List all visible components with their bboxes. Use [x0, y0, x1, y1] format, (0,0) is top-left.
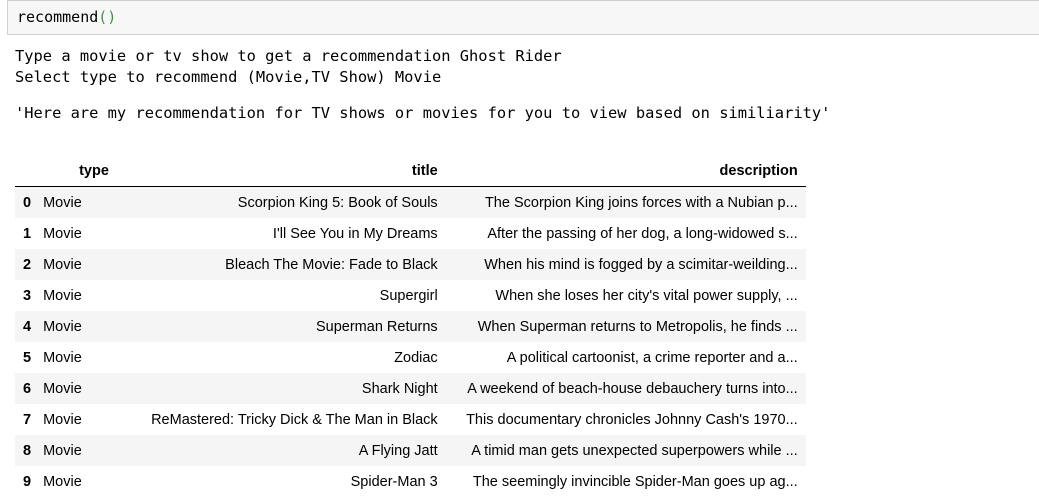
cell-description: When Superman returns to Metropolis, he …: [477, 318, 798, 335]
cell-description: When she loses her city's vital power su…: [495, 287, 798, 304]
header-row: type title description: [15, 156, 806, 187]
cell-title: Superman Returns: [315, 318, 438, 335]
cell-type: Movie: [43, 473, 82, 490]
table-row: 1 Movie I'll See You in My Dreams After the…: [15, 218, 806, 249]
table-row: 9 Movie Spider-Man 3 The seemingly invincib…: [15, 466, 806, 497]
cell-description: A timid man gets unexpected superpowers …: [471, 442, 798, 459]
row-index: 8: [23, 442, 32, 459]
table-row: 7 Movie ReMastered: Tricky Dick & The Man …: [15, 404, 806, 435]
cell-title: Zodiac: [394, 349, 438, 366]
stdout-line-prompt-title: Type a movie or tv show to get a recomme…: [15, 47, 562, 65]
row-index: 1: [23, 225, 32, 242]
stdout-output: Type a movie or tv show to get a recomme…: [15, 46, 562, 88]
table-row: 0 Movie Scorpion King 5: Book of Souls The …: [15, 186, 806, 218]
column-header-type: type: [37, 156, 144, 187]
cell-title: Spider-Man 3: [350, 473, 438, 490]
cell-title: ReMastered: Tricky Dick & The Man in Bla…: [151, 411, 438, 428]
row-index: 0: [23, 194, 32, 211]
row-index: 3: [23, 287, 32, 304]
row-index: 2: [23, 256, 32, 273]
row-index: 6: [23, 380, 32, 397]
row-index: 7: [23, 411, 32, 428]
cell-type: Movie: [43, 318, 82, 335]
cell-description: A weekend of beach-house debauchery turn…: [467, 380, 798, 397]
cell-type: Movie: [43, 256, 82, 273]
code-line: recommend(): [17, 8, 116, 26]
cell-type: Movie: [43, 380, 82, 397]
table-row: 8 Movie A Flying Jatt A timid man gets unex…: [15, 435, 806, 466]
table-row: 6 Movie Shark Night A weekend of beach-hous…: [15, 373, 806, 404]
cell-type: Movie: [43, 411, 82, 428]
cell-type: Movie: [43, 287, 82, 304]
cell-type: Movie: [43, 194, 82, 211]
table-row: 2 Movie Bleach The Movie: Fade to Black Whe…: [15, 249, 806, 280]
recommendations-dataframe: type title description 0 Movie Scorpion Ki…: [15, 156, 806, 497]
result-string: 'Here are my recommendation for TV shows…: [15, 104, 831, 122]
function-name: recommend: [17, 8, 99, 26]
code-input-cell[interactable]: recommend(): [7, 0, 1039, 35]
column-header-description: description: [445, 156, 806, 187]
cell-title: Bleach The Movie: Fade to Black: [225, 256, 438, 273]
cell-description: This documentary chronicles Johnny Cash'…: [466, 411, 798, 428]
cell-title: I'll See You in My Dreams: [272, 225, 438, 242]
row-index: 4: [23, 318, 32, 335]
table-row: 4 Movie Superman Returns When Superman retu…: [15, 311, 806, 342]
table-row: 3 Movie Supergirl When she loses her city's…: [15, 280, 806, 311]
cell-title: Supergirl: [379, 287, 438, 304]
cell-description: The Scorpion King joins forces with a Nu…: [484, 194, 798, 211]
cell-type: Movie: [43, 225, 82, 242]
cell-description: A political cartoonist, a crime reporter…: [506, 349, 798, 366]
table-row: 5 Movie Zodiac A political cartoonist, a cr…: [15, 342, 806, 373]
index-header: [15, 156, 38, 187]
stdout-line-prompt-type: Select type to recommend (Movie,TV Show)…: [15, 68, 442, 86]
cell-type: Movie: [43, 442, 82, 459]
cell-description: After the passing of her dog, a long-wid…: [487, 225, 798, 242]
cell-type: Movie: [43, 349, 82, 366]
row-index: 5: [23, 349, 32, 366]
cell-title: A Flying Jatt: [358, 442, 438, 459]
row-index: 9: [23, 473, 32, 490]
column-header-title: title: [143, 156, 446, 187]
cell-title: Scorpion King 5: Book of Souls: [237, 194, 438, 211]
cell-description: The seemingly invincible Spider-Man goes…: [472, 473, 798, 490]
cell-title: Shark Night: [361, 380, 438, 397]
cell-description: When his mind is fogged by a scimitar-we…: [484, 256, 798, 273]
call-parens: (): [98, 8, 117, 26]
